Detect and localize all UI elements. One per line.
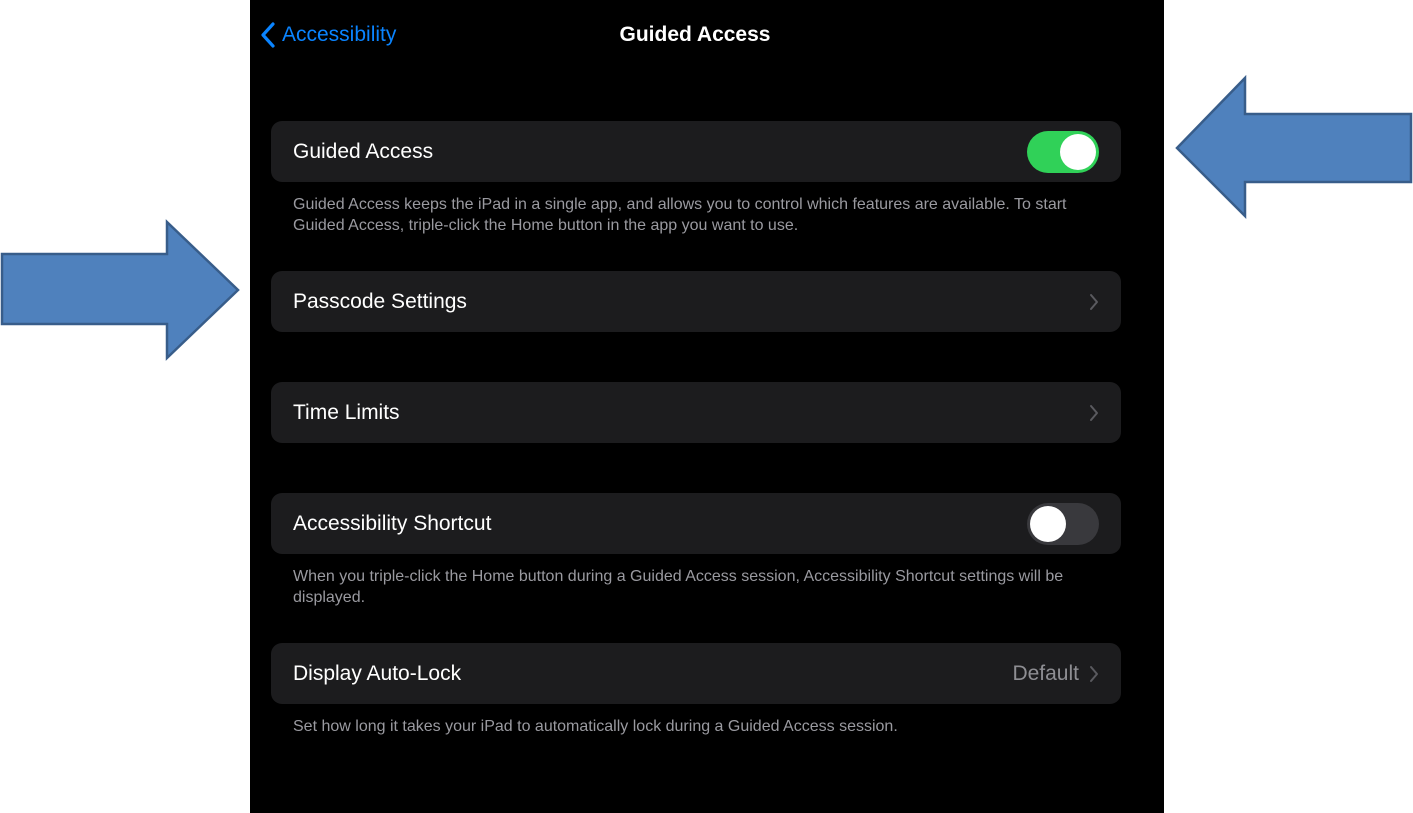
passcode-settings-row[interactable]: Passcode Settings bbox=[271, 271, 1121, 332]
accessibility-shortcut-row: Accessibility Shortcut bbox=[271, 493, 1121, 554]
display-auto-lock-value: Default bbox=[1012, 661, 1079, 685]
display-auto-lock-label: Display Auto-Lock bbox=[293, 661, 462, 685]
guided-access-footer: Guided Access keeps the iPad in a single… bbox=[293, 196, 1067, 234]
left-pointing-callout-arrow bbox=[1175, 74, 1413, 220]
screenshot-canvas: Accessibility Guided Access Guided Acces… bbox=[0, 0, 1413, 813]
navigation-bar: Accessibility Guided Access bbox=[250, 0, 1164, 74]
right-pointing-callout-arrow bbox=[0, 219, 240, 361]
settings-screen: Accessibility Guided Access Guided Acces… bbox=[250, 0, 1164, 813]
accessibility-shortcut-footer: When you triple-click the Home button du… bbox=[293, 568, 1064, 606]
guided-access-toggle[interactable] bbox=[1027, 130, 1099, 173]
time-limits-row[interactable]: Time Limits bbox=[271, 382, 1121, 443]
display-auto-lock-row[interactable]: Display Auto-Lock Default bbox=[271, 643, 1121, 704]
guided-access-label: Guided Access bbox=[293, 139, 434, 163]
toggle-knob bbox=[1030, 505, 1066, 542]
chevron-right-icon bbox=[1089, 293, 1099, 311]
page-title: Guided Access bbox=[619, 23, 771, 46]
accessibility-shortcut-toggle[interactable] bbox=[1027, 502, 1099, 545]
accessibility-shortcut-label: Accessibility Shortcut bbox=[293, 511, 492, 535]
time-limits-label: Time Limits bbox=[293, 400, 400, 424]
chevron-right-icon bbox=[1089, 665, 1099, 683]
guided-access-row: Guided Access bbox=[271, 121, 1121, 182]
display-auto-lock-footer: Set how long it takes your iPad to autom… bbox=[293, 718, 898, 735]
toggle-knob bbox=[1060, 133, 1096, 170]
passcode-settings-label: Passcode Settings bbox=[293, 289, 467, 313]
chevron-right-icon bbox=[1089, 404, 1099, 422]
